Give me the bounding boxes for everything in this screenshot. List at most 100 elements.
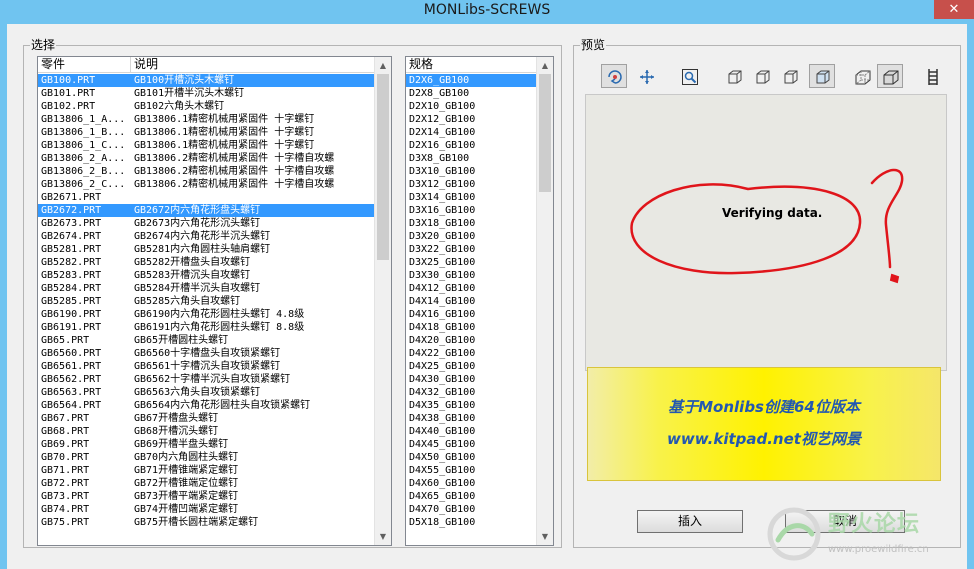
table-row[interactable]: GB100.PRT GB100开槽沉头木螺钉 bbox=[38, 74, 374, 87]
list-item[interactable]: D4X20_GB100 bbox=[406, 334, 536, 347]
list-item[interactable]: D3X18_GB100 bbox=[406, 217, 536, 230]
table-row[interactable]: GB2674.PRT GB2674内六角花形半沉头螺钉 bbox=[38, 230, 374, 243]
section-icon[interactable] bbox=[919, 64, 945, 88]
table-row[interactable]: GB6191.PRT GB6191内六角花形圆柱头螺钉 8.8级 bbox=[38, 321, 374, 334]
scroll-up-icon[interactable]: ▲ bbox=[375, 57, 391, 74]
spec-listview[interactable]: 规格 D2X6_GB100 D2X8_GB100 D2X10_GB100 D2X12_… bbox=[405, 56, 554, 546]
list-item[interactable]: D4X12_GB100 bbox=[406, 282, 536, 295]
table-row[interactable]: GB101.PRT GB101开槽半沉头木螺钉 bbox=[38, 87, 374, 100]
table-row[interactable]: GB68.PRT GB68开槽沉头螺钉 bbox=[38, 425, 374, 438]
list-item[interactable]: D3X10_GB100 bbox=[406, 165, 536, 178]
view-iso-icon[interactable] bbox=[809, 64, 835, 88]
list-item[interactable]: D4X50_GB100 bbox=[406, 451, 536, 464]
table-row[interactable]: GB70.PRT GB70内六角圆柱头螺钉 bbox=[38, 451, 374, 464]
table-row[interactable]: GB5281.PRT GB5281内六角圆柱头轴肩螺钉 bbox=[38, 243, 374, 256]
part-name-cell: GB100.PRT bbox=[41, 75, 96, 86]
table-row[interactable]: GB75.PRT GB75开槽长圆柱端紧定螺钉 bbox=[38, 516, 374, 529]
table-row[interactable]: GB13806_2_C... GB13806.2精密机械用紧固件 十字槽自攻螺 bbox=[38, 178, 374, 191]
list-item[interactable]: D4X65_GB100 bbox=[406, 490, 536, 503]
list-item[interactable]: D4X14_GB100 bbox=[406, 295, 536, 308]
list-item[interactable]: D3X22_GB100 bbox=[406, 243, 536, 256]
pan-view-icon[interactable] bbox=[633, 64, 659, 88]
table-row[interactable]: GB6560.PRT GB6560十字槽盘头自攻锁紧螺钉 bbox=[38, 347, 374, 360]
parts-scroll-thumb[interactable] bbox=[377, 74, 389, 260]
table-row[interactable]: GB13806_1_C... GB13806.1精密机械用紧固件 十字螺钉 bbox=[38, 139, 374, 152]
scroll-down-icon[interactable]: ▼ bbox=[375, 528, 391, 545]
list-item[interactable]: D2X12_GB100 bbox=[406, 113, 536, 126]
table-row[interactable]: GB2673.PRT GB2673内六角花形沉头螺钉 bbox=[38, 217, 374, 230]
rotate-view-icon[interactable] bbox=[601, 64, 627, 88]
table-row[interactable]: GB69.PRT GB69开槽半盘头螺钉 bbox=[38, 438, 374, 451]
scroll-down-icon[interactable]: ▼ bbox=[537, 528, 553, 545]
zoom-fit-icon[interactable] bbox=[676, 64, 702, 88]
table-row[interactable]: GB2671.PRT bbox=[38, 191, 374, 204]
column-header-part[interactable]: 零件 bbox=[38, 57, 131, 73]
list-item[interactable]: D4X55_GB100 bbox=[406, 464, 536, 477]
list-item[interactable]: D4X45_GB100 bbox=[406, 438, 536, 451]
table-row[interactable]: GB74.PRT GB74开槽凹端紧定螺钉 bbox=[38, 503, 374, 516]
table-row[interactable]: GB72.PRT GB72开槽锥端定位螺钉 bbox=[38, 477, 374, 490]
wireframe-icon[interactable] bbox=[849, 64, 875, 88]
part-name-cell: GB72.PRT bbox=[41, 478, 90, 489]
list-item[interactable]: D4X18_GB100 bbox=[406, 321, 536, 334]
close-button[interactable]: ✕ bbox=[934, 0, 974, 19]
insert-button[interactable]: 插入 bbox=[637, 510, 743, 533]
list-item[interactable]: D5X18_GB100 bbox=[406, 516, 536, 529]
view-side-icon[interactable] bbox=[777, 64, 803, 88]
list-item[interactable]: D2X8_GB100 bbox=[406, 87, 536, 100]
list-item[interactable]: D4X60_GB100 bbox=[406, 477, 536, 490]
list-item[interactable]: D4X40_GB100 bbox=[406, 425, 536, 438]
table-row[interactable]: GB102.PRT GB102六角头木螺钉 bbox=[38, 100, 374, 113]
table-row[interactable]: GB13806_1_B... GB13806.1精密机械用紧固件 十字螺钉 bbox=[38, 126, 374, 139]
spec-scrollbar[interactable]: ▲ ▼ bbox=[536, 57, 553, 545]
table-row[interactable]: GB73.PRT GB73开槽平端紧定螺钉 bbox=[38, 490, 374, 503]
table-row[interactable]: GB6563.PRT GB6563六角头自攻锁紧螺钉 bbox=[38, 386, 374, 399]
table-row[interactable]: GB5285.PRT GB5285六角头自攻螺钉 bbox=[38, 295, 374, 308]
table-row[interactable]: GB67.PRT GB67开槽盘头螺钉 bbox=[38, 412, 374, 425]
list-item[interactable]: D4X16_GB100 bbox=[406, 308, 536, 321]
table-row[interactable]: GB71.PRT GB71开槽锥端紧定螺钉 bbox=[38, 464, 374, 477]
scroll-up-icon[interactable]: ▲ bbox=[537, 57, 553, 74]
table-row[interactable]: GB2672.PRT GB2672内六角花形盘头螺钉 bbox=[38, 204, 374, 217]
list-item[interactable]: D4X30_GB100 bbox=[406, 373, 536, 386]
table-row[interactable]: GB6561.PRT GB6561十字槽沉头自攻锁紧螺钉 bbox=[38, 360, 374, 373]
list-item[interactable]: D3X20_GB100 bbox=[406, 230, 536, 243]
table-row[interactable]: GB6190.PRT GB6190内六角花形圆柱头螺钉 4.8级 bbox=[38, 308, 374, 321]
list-item[interactable]: D3X16_GB100 bbox=[406, 204, 536, 217]
column-header-description[interactable]: 说明 bbox=[131, 57, 381, 73]
table-row[interactable]: GB6562.PRT GB6562十字槽半沉头自攻锁紧螺钉 bbox=[38, 373, 374, 386]
table-row[interactable]: GB5284.PRT GB5284开槽半沉头自攻螺钉 bbox=[38, 282, 374, 295]
spec-scroll-thumb[interactable] bbox=[539, 74, 551, 192]
list-item[interactable]: D2X14_GB100 bbox=[406, 126, 536, 139]
shaded-icon[interactable] bbox=[877, 64, 903, 88]
list-item[interactable]: D3X14_GB100 bbox=[406, 191, 536, 204]
list-item[interactable]: D3X8_GB100 bbox=[406, 152, 536, 165]
view-front-icon[interactable] bbox=[721, 64, 747, 88]
list-item[interactable]: D4X35_GB100 bbox=[406, 399, 536, 412]
list-item[interactable]: D3X30_GB100 bbox=[406, 269, 536, 282]
list-item[interactable]: D3X25_GB100 bbox=[406, 256, 536, 269]
list-item[interactable]: D2X10_GB100 bbox=[406, 100, 536, 113]
column-header-spec[interactable]: 规格 bbox=[406, 57, 537, 73]
list-item[interactable]: D4X32_GB100 bbox=[406, 386, 536, 399]
view-top-icon[interactable] bbox=[749, 64, 775, 88]
table-row[interactable]: GB13806_2_A... GB13806.2精密机械用紧固件 十字槽自攻螺 bbox=[38, 152, 374, 165]
table-row[interactable]: GB5282.PRT GB5282开槽盘头自攻螺钉 bbox=[38, 256, 374, 269]
banner-line-2: www.kitpad.net视艺网景 bbox=[667, 430, 861, 448]
table-row[interactable]: GB6564.PRT GB6564内六角花形圆柱头自攻锁紧螺钉 bbox=[38, 399, 374, 412]
list-item[interactable]: D3X12_GB100 bbox=[406, 178, 536, 191]
list-item[interactable]: D4X25_GB100 bbox=[406, 360, 536, 373]
list-item[interactable]: D4X70_GB100 bbox=[406, 503, 536, 516]
table-row[interactable]: GB5283.PRT GB5283开槽沉头自攻螺钉 bbox=[38, 269, 374, 282]
list-item[interactable]: D2X16_GB100 bbox=[406, 139, 536, 152]
table-row[interactable]: GB65.PRT GB65开槽圆柱头螺钉 bbox=[38, 334, 374, 347]
list-item[interactable]: D2X6_GB100 bbox=[406, 74, 536, 87]
table-row[interactable]: GB13806_2_B... GB13806.2精密机械用紧固件 十字槽自攻螺 bbox=[38, 165, 374, 178]
list-item[interactable]: D4X38_GB100 bbox=[406, 412, 536, 425]
spec-rows: D2X6_GB100 D2X8_GB100 D2X10_GB100 D2X12_GB1… bbox=[406, 74, 536, 529]
parts-listview[interactable]: 零件 说明 GB100.PRT GB100开槽沉头木螺钉 GB101.PRT GB10… bbox=[37, 56, 392, 546]
preview-canvas[interactable]: Verifying data. bbox=[585, 94, 947, 371]
list-item[interactable]: D4X22_GB100 bbox=[406, 347, 536, 360]
parts-scrollbar[interactable]: ▲ ▼ bbox=[374, 57, 391, 545]
table-row[interactable]: GB13806_1_A... GB13806.1精密机械用紧固件 十字螺钉 bbox=[38, 113, 374, 126]
